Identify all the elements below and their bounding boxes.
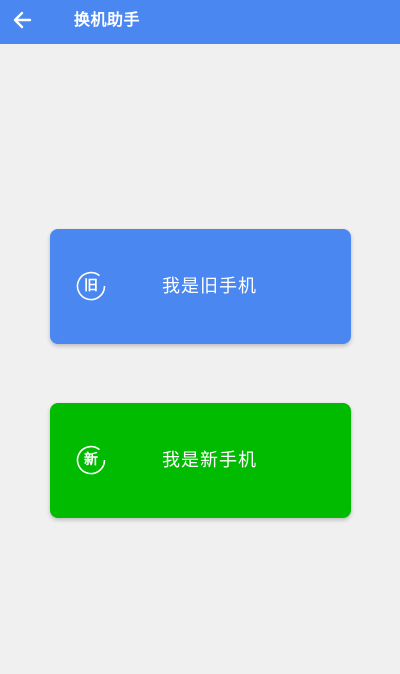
back-button[interactable] [0,0,44,44]
back-arrow-icon [12,11,32,33]
new-phone-badge-icon: 新 [76,445,106,475]
new-phone-label: 我是新手机 [162,450,257,471]
old-phone-badge-char: 旧 [84,278,98,294]
old-phone-badge-icon: 旧 [76,271,106,301]
new-phone-button[interactable]: 新 我是新手机 [50,403,351,518]
page-title: 换机助手 [74,10,141,29]
old-phone-label: 我是旧手机 [162,276,257,297]
old-phone-button[interactable]: 旧 我是旧手机 [50,229,351,344]
app-bar: 换机助手 [0,0,400,44]
new-phone-badge-char: 新 [84,452,98,468]
